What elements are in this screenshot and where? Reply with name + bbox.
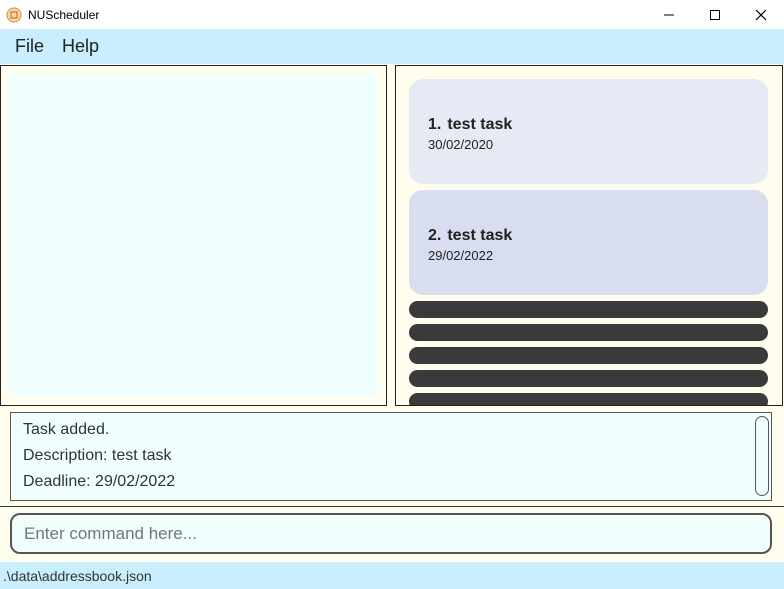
maximize-icon [710, 9, 720, 20]
menu-bar: File Help [0, 29, 784, 64]
task-index: 2. [428, 227, 442, 244]
minimize-icon [664, 14, 674, 15]
result-area: Task added. Description: test task Deadl… [0, 406, 784, 506]
task-card[interactable]: 2. test task 29/02/2022 [409, 190, 768, 295]
result-line: Deadline: 29/02/2022 [23, 473, 176, 490]
divider [0, 506, 784, 507]
save-location: .\data\addressbook.json [3, 567, 152, 584]
task-list-panel: 1. test task 30/02/2020 2. test task 29/02… [395, 65, 783, 406]
result-scrollbar[interactable] [755, 416, 769, 496]
task-date: 30/02/2020 [428, 137, 494, 152]
maximize-button[interactable] [692, 0, 738, 29]
window-controls [646, 0, 784, 29]
app-logo-icon [6, 7, 22, 22]
close-button[interactable] [738, 0, 784, 29]
task-index: 1. [428, 116, 442, 133]
menu-file[interactable]: File [6, 36, 53, 57]
result-line: Task added. [23, 421, 110, 438]
task-title: 1. test task [428, 116, 768, 134]
command-input[interactable] [10, 513, 772, 554]
left-panel-content [9, 74, 378, 396]
close-icon [755, 9, 767, 20]
window-title: NUScheduler [28, 7, 100, 22]
task-name: test task [447, 227, 513, 244]
collapsed-task-card[interactable] [409, 393, 768, 405]
result-line: Description: test task [23, 447, 172, 464]
left-panel [0, 65, 387, 406]
collapsed-task-card[interactable] [409, 347, 768, 364]
collapsed-task-card[interactable] [409, 301, 768, 318]
status-bar: .\data\addressbook.json [0, 562, 784, 589]
collapsed-task-card[interactable] [409, 324, 768, 341]
collapsed-task-card[interactable] [409, 370, 768, 387]
title-bar: NUScheduler [0, 0, 784, 29]
task-name: test task [447, 116, 513, 133]
result-display: Task added. Description: test task Deadl… [10, 412, 772, 501]
task-date: 29/02/2022 [428, 248, 494, 263]
task-title: 2. test task [428, 227, 768, 245]
task-card[interactable]: 1. test task 30/02/2020 [409, 79, 768, 184]
menu-help[interactable]: Help [53, 36, 108, 57]
minimize-button[interactable] [646, 0, 692, 29]
